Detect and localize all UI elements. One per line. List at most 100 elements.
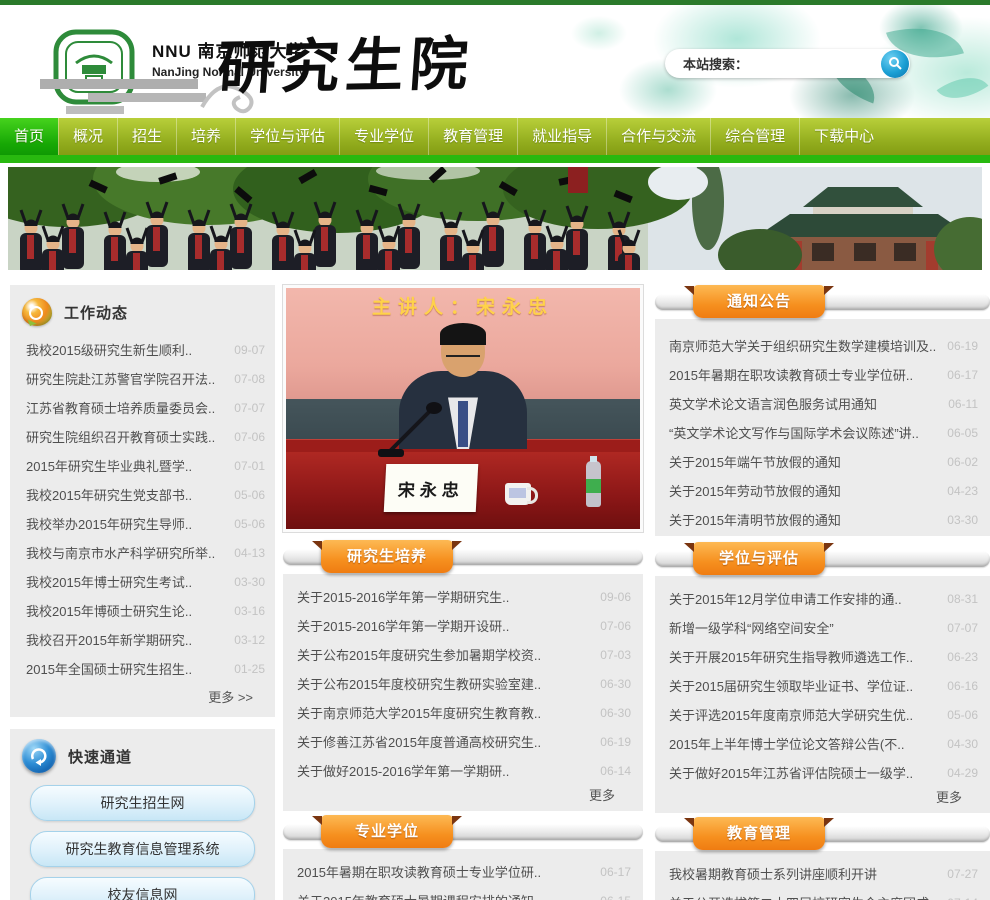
news-item[interactable]: 南京师范大学关于组织研究生数学建模培训及.. 06-19 [655, 331, 990, 360]
news-item-date: 07-08 [234, 371, 265, 386]
news-item[interactable]: 我校召开2015年新学期研究.. 03-12 [10, 625, 275, 654]
news-item-title: 关于2015年劳动节放假的通知 [669, 484, 841, 499]
section-header-bar: 教育管理 [655, 817, 990, 851]
news-item-date: 06-23 [947, 649, 978, 664]
news-item-title: 关于做好2015-2016学年第一学期研.. [297, 764, 510, 779]
news-item-title: 2015年暑期在职攻读教育硕士专业学位研.. [297, 865, 542, 880]
work-news-more-row: 更多 >> [10, 683, 275, 717]
more-link[interactable]: 更多 [589, 788, 615, 803]
news-item[interactable]: 关于评选2015年度南京师范大学研究生优.. 05-06 [655, 700, 990, 729]
quick-link-button[interactable]: 研究生招生网 [30, 785, 255, 821]
news-item-date: 05-06 [234, 516, 265, 531]
news-item[interactable]: 我校与南京市水产科学研究所举.. 04-13 [10, 538, 275, 567]
news-item-date: 07-01 [234, 458, 265, 473]
nav-item[interactable]: 首页 [0, 118, 59, 155]
news-item[interactable]: 关于修善江苏省2015年度普通高校研究生.. 06-19 [283, 727, 643, 756]
news-item[interactable]: 关于南京师范大学2015年度研究生教育教.. 06-30 [283, 698, 643, 727]
news-item-title: 关于修善江苏省2015年度普通高校研究生.. [297, 735, 542, 750]
section-degree: 学位与评估 关于2015年12月学位申请工作安排的通.. 08-31 新增一级学… [655, 542, 990, 813]
nav-item[interactable]: 专业学位 [339, 118, 428, 155]
news-item-title: 江苏省教育硕士培养质量委员会.. [26, 401, 216, 416]
news-item-date: 06-15 [600, 894, 631, 900]
news-item[interactable]: 江苏省教育硕士培养质量委员会.. 07-07 [10, 393, 275, 422]
news-item[interactable]: 关于2015年清明节放假的通知 03-30 [655, 505, 990, 534]
news-item-title: 关于2015-2016学年第一学期研究生.. [297, 590, 510, 605]
section-management: 教育管理 我校暑期教育硕士系列讲座顺利开讲 07-27 关于公开选拔第二十四届校… [655, 817, 990, 900]
news-item-title: 我校举办2015年研究生导师.. [26, 517, 193, 532]
search-input[interactable] [748, 49, 881, 78]
news-item[interactable]: 研究生院赴江苏警官学院召开法.. 07-08 [10, 364, 275, 393]
nav-item[interactable]: 就业指导 [517, 118, 606, 155]
news-item[interactable]: 2015年上半年博士学位论文答辩公告(不.. 04-30 [655, 729, 990, 758]
news-item[interactable]: 关于开展2015年研究生指导教师遴选工作.. 06-23 [655, 642, 990, 671]
page: NNU 南京师范大学 NanJing Normal University 研究生… [0, 0, 990, 900]
news-item[interactable]: 关于公布2015年度校研究生教研实验室建.. 06-30 [283, 669, 643, 698]
work-news-list: 我校2015级研究生新生顺利.. 09-07 研究生院赴江苏警官学院召开法.. … [10, 335, 275, 683]
news-item-title: 2015年上半年博士学位论文答辩公告(不.. [669, 737, 905, 752]
news-item-title: 我校2015年博硕士研究生论.. [26, 604, 193, 619]
quick-link-button[interactable]: 研究生教育信息管理系统 [30, 831, 255, 867]
news-item[interactable]: 英文学术论文语言润色服务试用通知 06-11 [655, 389, 990, 418]
section-header-bar: 专业学位 [283, 815, 643, 849]
microphone [378, 401, 443, 457]
news-item[interactable]: 2015年暑期在职攻读教育硕士专业学位研.. 06-17 [655, 360, 990, 389]
news-item[interactable]: 我校2015级研究生新生顺利.. 09-07 [10, 335, 275, 364]
quick-links-list: 研究生招生网 研究生教育信息管理系统校友信息网 [10, 779, 275, 900]
news-item-title: 我校2015年博士研究生考试.. [26, 575, 193, 590]
news-item-title: 我校暑期教育硕士系列讲座顺利开讲 [669, 867, 878, 882]
news-item[interactable]: 关于2015届研究生领取毕业证书、学位证.. 06-16 [655, 671, 990, 700]
news-item[interactable]: 关于做好2015-2016学年第一学期研.. 06-14 [283, 756, 643, 785]
nav-item[interactable]: 合作与交流 [606, 118, 710, 155]
news-item[interactable]: 我校2015年博硕士研究生论.. 03-16 [10, 596, 275, 625]
section-title-professional: 专业学位 [312, 815, 462, 848]
news-item[interactable]: 关于公布2015年度研究生参加暑期学校资.. 07-03 [283, 640, 643, 669]
news-item-date: 07-27 [947, 866, 978, 881]
news-item-date: 01-25 [234, 661, 265, 676]
news-item-date: 09-06 [600, 589, 631, 604]
news-item[interactable]: 关于2015年劳动节放假的通知 04-23 [655, 476, 990, 505]
more-link[interactable]: 更多 [936, 790, 962, 805]
news-item[interactable]: 关于2015年12月学位申请工作安排的通.. 08-31 [655, 584, 990, 613]
search-button[interactable] [881, 49, 909, 78]
news-item[interactable]: “英文学术论文写作与国际学术会议陈述”讲.. 06-05 [655, 418, 990, 447]
more-link[interactable]: 更多 >> [208, 690, 253, 705]
training-list: 关于2015-2016学年第一学期研究生.. 09-06 关于2015-2016… [283, 582, 643, 785]
news-item[interactable]: 我校2015年博士研究生考试.. 03-30 [10, 567, 275, 596]
news-item[interactable]: 关于2015年教育硕士暑期课程安排的通知 06-15 [283, 886, 643, 900]
news-item-title: 2015年全国硕士研究生招生.. [26, 662, 193, 677]
news-item[interactable]: 2015年研究生毕业典礼暨学.. 07-01 [10, 451, 275, 480]
news-item[interactable]: 我校举办2015年研究生导师.. 05-06 [10, 509, 275, 538]
news-item-date: 07-06 [234, 429, 265, 444]
news-item[interactable]: 新增一级学科“网络空间安全” 07-07 [655, 613, 990, 642]
news-item[interactable]: 关于做好2015年江苏省评估院硕士一级学.. 04-29 [655, 758, 990, 787]
nav-item[interactable]: 教育管理 [428, 118, 517, 155]
nav-item[interactable]: 概况 [58, 118, 117, 155]
news-item-date: 06-17 [600, 864, 631, 879]
quick-link-button[interactable]: 校友信息网 [30, 877, 255, 900]
degree-panel: 关于2015年12月学位申请工作安排的通.. 08-31 新增一级学科“网络空间… [655, 576, 990, 813]
news-item-title: 关于南京师范大学2015年度研究生教育教.. [297, 706, 542, 721]
tea-cup [505, 482, 539, 505]
news-item[interactable]: 研究生院组织召开教育硕士实践.. 07-06 [10, 422, 275, 451]
nav-item[interactable]: 招生 [117, 118, 176, 155]
training-more-row: 更多 [283, 785, 643, 809]
news-item-title: 2015年暑期在职攻读教育硕士专业学位研.. [669, 368, 914, 383]
news-item[interactable]: 关于2015年端午节放假的通知 06-02 [655, 447, 990, 476]
nav-item[interactable]: 综合管理 [710, 118, 799, 155]
nav-item[interactable]: 下载中心 [799, 118, 888, 155]
lecture-photo[interactable]: 主讲人：宋永忠 宋永忠 [282, 284, 644, 533]
news-item-date: 07-07 [234, 400, 265, 415]
news-item-date: 06-05 [947, 425, 978, 440]
news-item[interactable]: 2015年暑期在职攻读教育硕士专业学位研.. 06-17 [283, 857, 643, 886]
news-item-title: 我校2015级研究生新生顺利.. [26, 343, 193, 358]
training-panel: 关于2015-2016学年第一学期研究生.. 09-06 关于2015-2016… [283, 574, 643, 811]
news-item-title: 研究生院赴江苏警官学院召开法.. [26, 372, 216, 387]
nav-item[interactable]: 培养 [176, 118, 235, 155]
news-item[interactable]: 2015年全国硕士研究生招生.. 01-25 [10, 654, 275, 683]
news-item[interactable]: 关于2015-2016学年第一学期开设研.. 07-06 [283, 611, 643, 640]
news-item[interactable]: 关于2015-2016学年第一学期研究生.. 09-06 [283, 582, 643, 611]
news-item[interactable]: 我校2015年研究生党支部书.. 05-06 [10, 480, 275, 509]
news-item[interactable]: 我校暑期教育硕士系列讲座顺利开讲 07-27 [655, 859, 990, 888]
nav-item[interactable]: 学位与评估 [235, 118, 339, 155]
news-item[interactable]: 关于公开选拔第二十四届校研究生会主席团成.. 07-14 [655, 888, 990, 900]
